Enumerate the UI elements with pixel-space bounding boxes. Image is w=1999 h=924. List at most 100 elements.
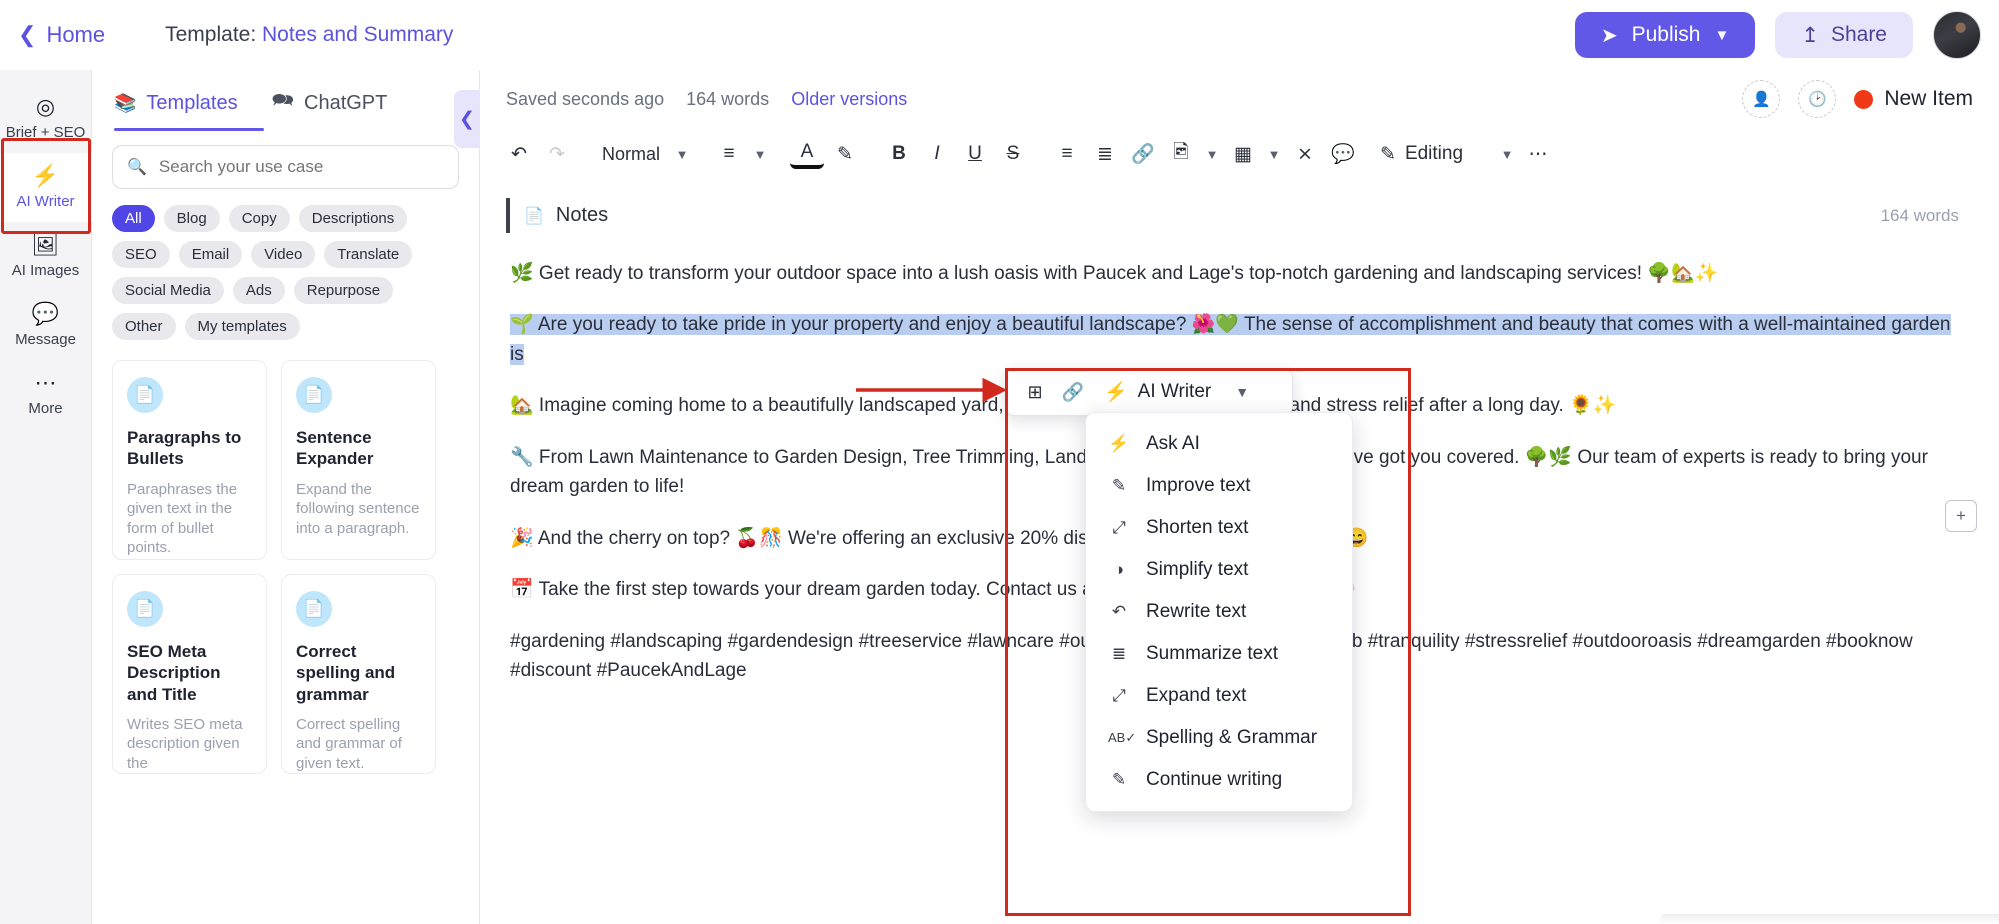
chip-all[interactable]: All bbox=[112, 205, 155, 232]
chip-descriptions[interactable]: Descriptions bbox=[298, 205, 408, 232]
avatar[interactable] bbox=[1933, 11, 1981, 59]
chip-blog[interactable]: Blog bbox=[163, 205, 220, 232]
tab-label: ChatGPT bbox=[304, 91, 388, 114]
chevron-down-icon[interactable]: ▼ bbox=[1202, 137, 1222, 171]
text-color-button[interactable]: A bbox=[790, 139, 825, 169]
share-label: Share bbox=[1830, 23, 1887, 46]
link-icon[interactable]: 🔗 bbox=[1126, 137, 1160, 171]
ellipsis-icon[interactable]: ⋯ bbox=[1521, 137, 1555, 171]
sidebar-item-ai-images[interactable]: 🖼 AI Images bbox=[0, 222, 92, 291]
strikethrough-button[interactable]: S bbox=[996, 137, 1030, 171]
template-card[interactable]: 📄 SEO Meta Description and Title Writes … bbox=[112, 574, 267, 774]
menu-item-expand-text[interactable]: ⤢ Expand text bbox=[1086, 675, 1352, 717]
publish-button[interactable]: ➤ Publish ▼ bbox=[1574, 12, 1756, 58]
menu-item-improve-text[interactable]: ✎ Improve text bbox=[1086, 465, 1352, 507]
search-input[interactable] bbox=[158, 157, 444, 177]
sidebar-item-brief-seo[interactable]: ◎ Brief + SEO bbox=[0, 84, 92, 153]
chip-ads[interactable]: Ads bbox=[232, 277, 285, 304]
menu-item-continue-writing[interactable]: ✎ Continue writing bbox=[1086, 759, 1352, 801]
numbered-list-icon[interactable]: ≣ bbox=[1088, 137, 1122, 171]
menu-item-rewrite-text[interactable]: ↶ Rewrite text bbox=[1086, 591, 1352, 633]
card-title: SEO Meta Description and Title bbox=[127, 642, 221, 704]
template-name[interactable]: Notes and Summary bbox=[262, 23, 453, 46]
sidebar-item-more[interactable]: ⋯ More bbox=[0, 360, 92, 429]
chip-repurpose[interactable]: Repurpose bbox=[293, 277, 394, 304]
bullet-list-icon[interactable]: ≡ bbox=[1050, 137, 1084, 171]
template-cards: 📄 Paragraphs to Bullets Paraphrases the … bbox=[92, 340, 479, 774]
menu-item-summarize-text[interactable]: ≣ Summarize text bbox=[1086, 633, 1352, 675]
history-icon[interactable]: 🕑 bbox=[1798, 80, 1837, 118]
editing-mode-button[interactable]: ✎ Editing bbox=[1380, 143, 1463, 166]
menu-item-label: Shorten text bbox=[1146, 517, 1249, 538]
simplify-icon: ◑ bbox=[1113, 560, 1125, 579]
note-icon: 📄 bbox=[524, 207, 544, 225]
add-block-icon[interactable]: + bbox=[1945, 500, 1977, 532]
chevron-down-icon[interactable]: ▼ bbox=[672, 137, 692, 171]
left-rail: ◎ Brief + SEO ⚡ AI Writer 🖼 AI Images 💬 … bbox=[0, 70, 92, 924]
menu-item-shorten-text[interactable]: ⤢ Shorten text bbox=[1086, 507, 1352, 549]
highlighter-icon[interactable]: ✎ bbox=[828, 137, 862, 171]
send-icon: ➤ bbox=[1600, 24, 1618, 47]
bold-button[interactable]: B bbox=[882, 137, 916, 171]
ai-writer-dropdown-button[interactable]: ⚡ AI Writer ▼ bbox=[1104, 380, 1249, 404]
word-count: 164 words bbox=[686, 88, 770, 109]
paragraph-style-select[interactable]: Normal bbox=[594, 137, 668, 171]
search-box[interactable]: 🔍 bbox=[112, 145, 459, 189]
home-link[interactable]: ❮ Home bbox=[18, 22, 105, 48]
chip-email[interactable]: Email bbox=[178, 241, 243, 268]
card-description: Writes SEO meta description given the bbox=[127, 715, 243, 772]
link-icon[interactable]: 🔗 bbox=[1056, 375, 1090, 409]
expand-icon: ⤢ bbox=[1112, 686, 1126, 705]
add-block-icon[interactable]: ⊞ bbox=[1018, 375, 1052, 409]
template-card[interactable]: 📄 Sentence Expander Expand the following… bbox=[281, 360, 436, 560]
image-icon[interactable]: 🖻 bbox=[1164, 137, 1198, 171]
undo-icon[interactable]: ↶ bbox=[502, 137, 536, 171]
chip-translate[interactable]: Translate bbox=[324, 241, 413, 268]
app-root: ❮ Home Template: Notes and Summary ➤ Pub… bbox=[0, 0, 1999, 924]
older-versions-link[interactable]: Older versions bbox=[791, 89, 907, 110]
lightning-icon: ⚡ bbox=[1108, 434, 1130, 453]
tab-templates[interactable]: 📚 Templates bbox=[114, 92, 238, 125]
clear-format-icon[interactable]: ⨯ bbox=[1288, 137, 1322, 171]
selected-text: 🌱 Are you ready to take pride in your pr… bbox=[510, 314, 1951, 365]
redo-icon[interactable]: ↷ bbox=[540, 137, 574, 171]
chip-other[interactable]: Other bbox=[112, 313, 176, 340]
chevron-down-icon[interactable]: ▼ bbox=[750, 137, 770, 171]
paragraph[interactable]: 🌿 Get ready to transform your outdoor sp… bbox=[510, 259, 1969, 288]
sidebar-item-ai-writer[interactable]: ⚡ AI Writer bbox=[0, 153, 92, 222]
notes-word-count: 164 words bbox=[1880, 205, 1959, 225]
chip-social-media[interactable]: Social Media bbox=[112, 277, 224, 304]
menu-item-simplify-text[interactable]: ◑ Simplify text bbox=[1086, 549, 1352, 591]
sidebar-item-message[interactable]: 💬 Message bbox=[0, 291, 92, 360]
share-button[interactable]: ↥ Share bbox=[1775, 12, 1913, 58]
tab-chatgpt[interactable]: 🗪 ChatGPT bbox=[272, 88, 388, 128]
card-description: Correct spelling and grammar of given te… bbox=[296, 715, 402, 772]
summarize-icon: ≣ bbox=[1111, 644, 1127, 663]
image-icon: 🖼 bbox=[31, 232, 60, 257]
chevron-down-icon[interactable]: ▼ bbox=[1497, 137, 1517, 171]
template-card[interactable]: 📄 Correct spelling and grammar Correct s… bbox=[281, 574, 436, 774]
chip-seo[interactable]: SEO bbox=[112, 241, 170, 268]
card-description: Expand the following sentence into a par… bbox=[296, 480, 420, 537]
editing-mode-label: Editing bbox=[1404, 143, 1464, 164]
chip-video[interactable]: Video bbox=[251, 241, 316, 268]
paragraph-selected[interactable]: 🌱 Are you ready to take pride in your pr… bbox=[510, 310, 1969, 369]
chip-copy[interactable]: Copy bbox=[228, 205, 290, 232]
new-item-button[interactable]: New Item bbox=[1854, 87, 1973, 111]
card-title: Paragraphs to Bullets bbox=[127, 428, 242, 469]
menu-item-spelling-grammar[interactable]: AB✓ Spelling & Grammar bbox=[1086, 717, 1352, 759]
panel-tabs: 📚 Templates 🗪 ChatGPT bbox=[92, 70, 479, 128]
chevron-down-icon[interactable]: ▼ bbox=[1264, 137, 1284, 171]
chip-my-templates[interactable]: My templates bbox=[184, 313, 300, 340]
italic-button[interactable]: I bbox=[920, 137, 954, 171]
menu-item-ask-ai[interactable]: ⚡ Ask AI bbox=[1086, 423, 1352, 465]
add-person-icon[interactable]: 👤 bbox=[1742, 80, 1781, 118]
new-item-label: New Item bbox=[1884, 87, 1973, 110]
underline-button[interactable]: U bbox=[958, 137, 992, 171]
table-icon[interactable]: ▦ bbox=[1226, 137, 1260, 171]
template-card[interactable]: 📄 Paragraphs to Bullets Paraphrases the … bbox=[112, 360, 267, 560]
sidebar-item-label: Brief + SEO bbox=[5, 124, 86, 141]
panel-collapse-button[interactable]: ❮ bbox=[454, 90, 480, 148]
add-comment-icon[interactable]: 💬 bbox=[1326, 137, 1360, 171]
align-icon[interactable]: ≡ bbox=[712, 137, 746, 171]
